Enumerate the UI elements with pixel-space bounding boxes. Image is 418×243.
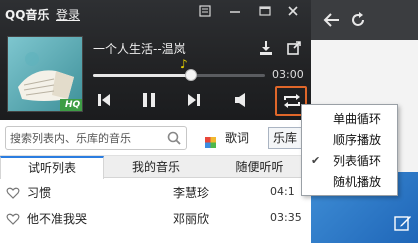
list-item[interactable]: 他不准我哭 邓丽欣 03:35 — [0, 206, 311, 229]
song-duration: 03:35 — [270, 211, 302, 224]
login-link[interactable]: 登录 — [56, 6, 80, 23]
progress-fill — [93, 74, 192, 77]
search-field[interactable] — [5, 126, 187, 150]
mini-mode-icon[interactable] — [256, 3, 274, 19]
prev-icon[interactable] — [96, 92, 112, 108]
search-input[interactable] — [10, 129, 160, 147]
hq-badge: HQ — [65, 100, 81, 110]
progress-bar[interactable] — [93, 69, 265, 81]
lyrics-button[interactable]: 歌词 — [225, 129, 249, 146]
menu-item-list-loop[interactable]: ✔ 列表循环 — [302, 151, 397, 171]
close-icon[interactable] — [284, 3, 302, 19]
check-icon: ✔ — [311, 154, 321, 167]
menu-item-sequential[interactable]: 顺序播放 — [302, 130, 397, 150]
music-note-icon: ♪ — [180, 57, 188, 71]
search-toolbar — [0, 120, 311, 156]
loop-list-icon — [281, 92, 303, 114]
tab-trial-list[interactable]: 试听列表 — [0, 156, 104, 179]
tab-random-listen[interactable]: 随便听听 — [208, 156, 311, 178]
heart-icon[interactable] — [6, 211, 20, 225]
song-name: 习惯 — [27, 186, 52, 200]
back-arrow-icon[interactable] — [323, 11, 341, 29]
elapsed-time: 03:00 — [272, 68, 304, 81]
menu-item-shuffle[interactable]: 随机播放 — [302, 172, 397, 192]
minimize-icon[interactable] — [226, 3, 244, 19]
heart-icon[interactable] — [6, 185, 20, 199]
title-bar: QQ音乐 登录 — [0, 0, 311, 26]
volume-icon[interactable] — [233, 92, 249, 108]
skin-color-icon[interactable] — [205, 133, 216, 148]
next-icon[interactable] — [186, 92, 202, 108]
refresh-icon[interactable] — [349, 11, 367, 29]
player-header: QQ音乐 登录 HQ 一个人生活--温岚 ♪ 03:00 — [0, 0, 311, 120]
menu-item-single-loop[interactable]: 单曲循环 — [302, 109, 397, 129]
edit-icon[interactable] — [394, 214, 412, 232]
playlist-tabs: 试听列表 我的音乐 随便听听 — [0, 156, 311, 179]
side-panel-header — [311, 0, 418, 40]
app-title: QQ音乐 — [5, 8, 50, 22]
download-icon[interactable] — [256, 38, 276, 58]
song-artist: 李慧珍 — [173, 186, 210, 200]
album-cover[interactable]: HQ — [7, 36, 83, 112]
song-artist: 邓丽欣 — [173, 212, 210, 226]
list-item[interactable]: 习惯 李慧珍 04:1 — [0, 180, 311, 203]
player-window: QQ音乐 登录 HQ 一个人生活--温岚 ♪ 03:00 搜索列表内、乐库的音乐… — [0, 0, 311, 243]
tab-my-music[interactable]: 我的音乐 — [104, 156, 208, 178]
menu-icon[interactable] — [196, 3, 214, 19]
share-icon[interactable] — [284, 38, 304, 58]
song-duration: 04:1 — [270, 185, 295, 198]
search-icon[interactable] — [166, 130, 182, 146]
play-mode-menu: 单曲循环 顺序播放 ✔ 列表循环 随机播放 — [301, 104, 398, 196]
song-name: 他不准我哭 — [27, 212, 88, 226]
pause-icon[interactable] — [141, 92, 157, 108]
song-title: 一个人生活--温岚 — [93, 42, 186, 56]
